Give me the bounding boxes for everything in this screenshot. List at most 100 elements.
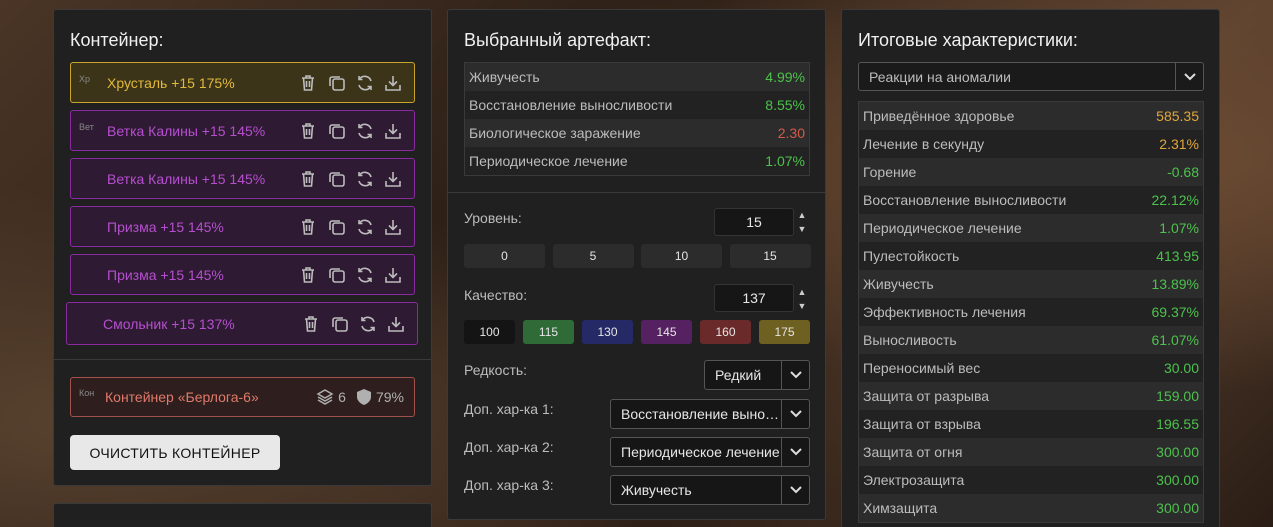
trash-icon[interactable]: [300, 266, 318, 284]
artifact-slot[interactable]: Вет Ветка Калины +15 145%: [70, 110, 415, 151]
stat-value: 300.00: [1156, 500, 1199, 516]
total-stat-row: Периодическое лечение 1.07%: [859, 214, 1203, 242]
artifact-stat-row: Биологическое заражение 2.30: [465, 119, 809, 147]
quality-label: Качество:: [464, 287, 528, 303]
divider: [448, 192, 825, 193]
extra3-label: Доп. хар-ка 3:: [464, 477, 554, 493]
extra3-select[interactable]: Живучесть: [610, 475, 810, 505]
level-input[interactable]: 15: [714, 208, 794, 236]
stat-value: 8.55%: [765, 97, 805, 113]
container-title: Контейнер:: [70, 30, 164, 50]
swap-icon[interactable]: [356, 218, 374, 236]
level-increment-icon[interactable]: ▲: [797, 209, 807, 221]
shield-icon: [356, 389, 371, 405]
artifact-slot[interactable]: Хр Хрусталь +15 175%: [70, 62, 415, 103]
stat-label: Периодическое лечение: [863, 220, 1022, 236]
total-stat-row: Восстановление выносливости 22.12%: [859, 186, 1203, 214]
level-decrement-icon[interactable]: ▼: [797, 223, 807, 235]
trash-icon[interactable]: [300, 218, 318, 236]
quality-preset-button[interactable]: 160: [700, 320, 751, 344]
quality-decrement-icon[interactable]: ▼: [797, 300, 807, 312]
swap-icon[interactable]: [356, 122, 374, 140]
total-stats-table: Приведённое здоровье 585.35 Лечение в се…: [858, 101, 1204, 523]
stat-value: 13.89%: [1151, 276, 1199, 292]
swap-icon[interactable]: [356, 170, 374, 188]
container-item[interactable]: Кон Контейнер «Берлога-6» 6 79%: [70, 377, 415, 417]
artifact-name: Призма +15 145%: [107, 266, 224, 283]
artifact-name: Ветка Калины +15 145%: [107, 170, 266, 187]
quality-preset-button[interactable]: 145: [641, 320, 692, 344]
total-stats-title: Итоговые характеристики:: [858, 30, 1078, 50]
trash-icon[interactable]: [300, 122, 318, 140]
stat-label: Периодическое лечение: [469, 153, 628, 169]
quality-preset-button[interactable]: 130: [582, 320, 633, 344]
stat-label: Восстановление выносливости: [469, 97, 673, 113]
stat-label: Приведённое здоровье: [863, 108, 1015, 124]
artifact-slot[interactable]: Призма +15 145%: [70, 206, 415, 247]
copy-icon[interactable]: [331, 315, 349, 333]
artifact-slot[interactable]: Смольник +15 137%: [66, 302, 418, 345]
total-stat-row: Лечение в секунду 2.31%: [859, 130, 1203, 158]
trash-icon[interactable]: [300, 74, 318, 92]
copy-icon[interactable]: [328, 170, 346, 188]
rarity-select[interactable]: Редкий: [704, 360, 810, 390]
stat-value: 413.95: [1156, 248, 1199, 264]
total-stat-row: Эффективность лечения 69.37%: [859, 298, 1203, 326]
level-preset-button[interactable]: 15: [729, 244, 811, 268]
download-icon[interactable]: [384, 122, 402, 140]
stat-label: Живучесть: [469, 69, 540, 85]
copy-icon[interactable]: [328, 122, 346, 140]
stat-label: Выносливость: [863, 332, 957, 348]
total-stat-row: Защита от разрыва 159.00: [859, 382, 1203, 410]
swap-icon[interactable]: [359, 315, 377, 333]
copy-icon[interactable]: [328, 74, 346, 92]
level-preset-button[interactable]: 5: [552, 244, 634, 268]
download-icon[interactable]: [384, 218, 402, 236]
artifact-image: Хр: [79, 73, 91, 84]
copy-icon[interactable]: [328, 218, 346, 236]
stat-label: Биологическое заражение: [469, 125, 641, 141]
quality-preset-button[interactable]: 115: [523, 320, 574, 344]
quality-increment-icon[interactable]: ▲: [797, 286, 807, 298]
artifact-stats-table: Живучесть 4.99% Восстановление выносливо…: [464, 62, 810, 176]
trash-icon[interactable]: [303, 315, 321, 333]
stat-label: Горение: [863, 164, 917, 180]
swap-icon[interactable]: [356, 266, 374, 284]
copy-icon[interactable]: [328, 266, 346, 284]
artifact-slot[interactable]: Призма +15 145%: [70, 254, 415, 295]
selected-artifact-panel: Выбранный артефакт: Живучесть 4.99% Восс…: [447, 9, 826, 520]
clear-container-button[interactable]: ОЧИСТИТЬ КОНТЕЙНЕР: [70, 435, 280, 470]
swap-icon[interactable]: [356, 74, 374, 92]
download-icon[interactable]: [384, 170, 402, 188]
artifact-slot[interactable]: Ветка Калины +15 145%: [70, 158, 415, 199]
extra2-label: Доп. хар-ка 2:: [464, 439, 554, 455]
level-preset-button[interactable]: 10: [641, 244, 722, 268]
download-icon[interactable]: [384, 74, 402, 92]
artifact-stat-row: Живучесть 4.99%: [465, 63, 809, 91]
download-icon[interactable]: [387, 315, 405, 333]
stat-label: Химзащита: [863, 500, 938, 516]
stat-label: Электрозащита: [863, 472, 965, 488]
quality-preset-button[interactable]: 100: [464, 320, 515, 344]
stats-filter-select[interactable]: Реакции на аномалии: [858, 62, 1204, 91]
stats-filter-value: Реакции на аномалии: [869, 68, 1011, 85]
download-icon[interactable]: [384, 266, 402, 284]
stat-value: 4.99%: [765, 69, 805, 85]
artifact-stat-row: Восстановление выносливости 8.55%: [465, 91, 809, 119]
stat-label: Лечение в секунду: [863, 136, 985, 152]
artifact-name: Смольник +15 137%: [103, 315, 235, 332]
level-label: Уровень:: [464, 210, 522, 226]
quality-input[interactable]: 137: [714, 284, 794, 312]
artifact-name: Хрусталь +15 175%: [107, 74, 235, 91]
artifact-image: [79, 218, 97, 236]
stat-label: Переносимый вес: [863, 360, 981, 376]
rarity-value: Редкий: [715, 367, 762, 383]
quality-preset-button[interactable]: 175: [759, 320, 810, 344]
extra1-select[interactable]: Восстановление выносливости: [610, 399, 810, 429]
level-preset-button[interactable]: 0: [464, 244, 545, 268]
artifact-stat-row: Периодическое лечение 1.07%: [465, 147, 809, 175]
artifact-image: [79, 170, 97, 188]
trash-icon[interactable]: [300, 170, 318, 188]
extra2-select[interactable]: Периодическое лечение: [610, 437, 810, 467]
artifact-image: [79, 266, 97, 284]
